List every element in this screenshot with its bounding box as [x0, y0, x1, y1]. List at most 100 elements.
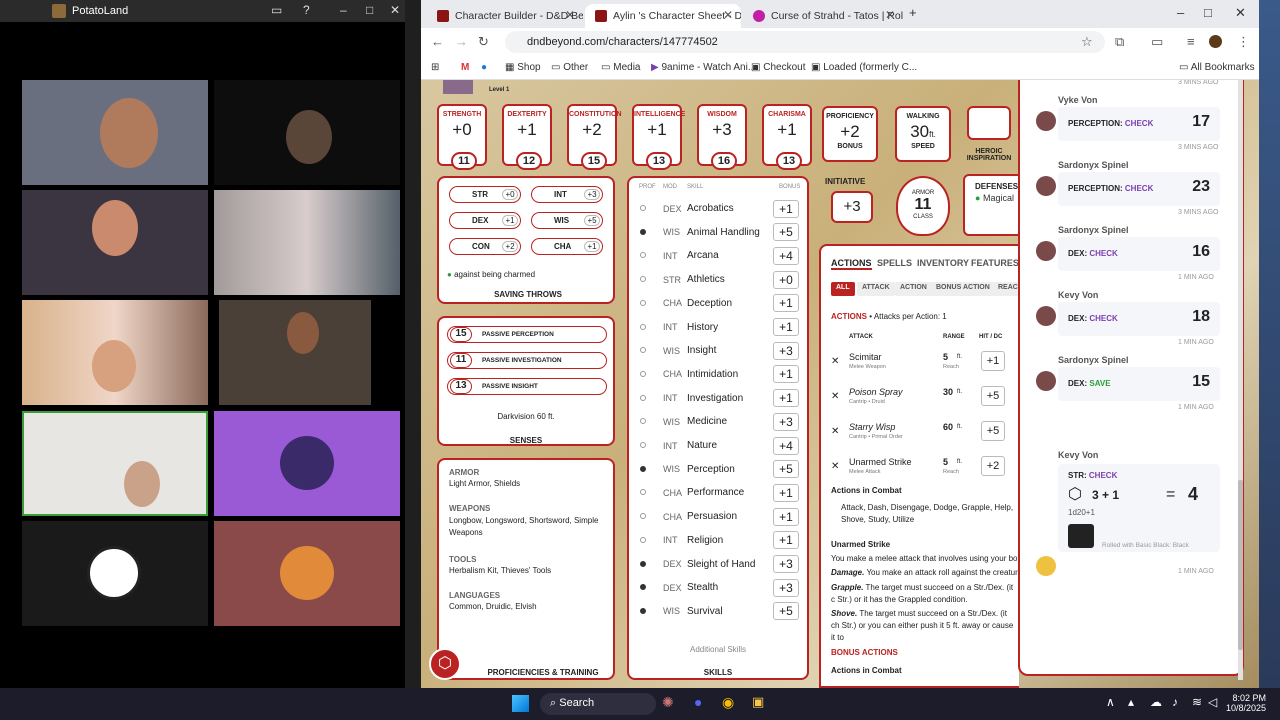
media-icon[interactable]: ≡	[1187, 34, 1195, 49]
ability-constitution[interactable]: CONSTITUTION +2 15	[567, 104, 622, 170]
passive-sense[interactable]: 11 PASSIVE INVESTIGATION	[447, 352, 607, 369]
roll-card[interactable]: PERCEPTION: CHECK 23	[1058, 172, 1220, 206]
skill-row[interactable]: INT Religion +1	[629, 529, 809, 552]
skill-row[interactable]: INT Investigation +1	[629, 387, 809, 410]
skill-row[interactable]: DEX Sleight of Hand +3	[629, 553, 809, 576]
address-bar[interactable]: dndbeyond.com/characters/147774502	[505, 31, 1105, 53]
bookmark-checkout[interactable]: ▣ Checkout	[751, 62, 805, 73]
gmail-icon[interactable]: M	[461, 62, 469, 73]
video-tile-9[interactable]	[22, 521, 208, 626]
attack-row[interactable]: ✕ Poison Spray Cantrip • Druid 30 ft. +5	[829, 385, 1019, 415]
roll-card[interactable]: DEX: CHECK 16	[1058, 237, 1220, 271]
skill-row[interactable]: CHA Persuasion +1	[629, 505, 809, 528]
save-int[interactable]: INT +3	[531, 186, 603, 203]
menu-icon[interactable]: ⋮	[1237, 34, 1250, 50]
skill-row[interactable]: WIS Medicine +3	[629, 410, 809, 433]
help-icon[interactable]: ?	[303, 3, 310, 17]
video-tile-6[interactable]	[219, 300, 371, 405]
actions-filter-3[interactable]: BONUS ACTION	[931, 282, 995, 296]
defenses-box[interactable]: DEFENSES ● Magical	[963, 174, 1023, 236]
skill-row[interactable]: WIS Insight +3	[629, 339, 809, 362]
roll-card[interactable]: DEX: CHECK 18	[1058, 302, 1220, 336]
new-tab-button[interactable]: +	[909, 5, 917, 20]
skill-row[interactable]: WIS Survival +5	[629, 600, 809, 623]
save-con[interactable]: CON +2	[449, 238, 521, 255]
network-tray-icon[interactable]: ▴	[1128, 695, 1134, 709]
minimize-button[interactable]: –	[340, 3, 347, 17]
wifi-icon[interactable]: ≋	[1192, 695, 1202, 709]
actions-filter-4[interactable]: REACT	[993, 282, 1019, 296]
skill-row[interactable]: DEX Acrobatics +1	[629, 197, 809, 220]
attack-row[interactable]: ✕ Scimitar Melee Weapon 5 ft. Reach +1	[829, 350, 1019, 380]
video-tile-1[interactable]	[22, 80, 208, 185]
save-str[interactable]: STR +0	[449, 186, 521, 203]
tab-character-sheet[interactable]: Aylin 's Character Sheet - D&D ✕	[585, 4, 741, 28]
bookmark-star-icon[interactable]: ☆	[1081, 34, 1093, 50]
actions-tab-3[interactable]: FEATURES &	[971, 258, 1019, 268]
start-icon[interactable]	[512, 695, 529, 712]
skill-row[interactable]: CHA Performance +1	[629, 481, 809, 504]
taskbar-search[interactable]: ⌕ Search	[540, 693, 656, 715]
passive-sense[interactable]: 13 PASSIVE INSIGHT	[447, 378, 607, 395]
close-button[interactable]: ✕	[390, 3, 400, 17]
tab-close-icon[interactable]: ✕	[565, 8, 575, 22]
dice-roller-icon[interactable]: ⬡	[429, 648, 461, 680]
tab-character-builder[interactable]: Character Builder - D&D Beyond ✕	[427, 4, 583, 28]
maximize-button[interactable]: □	[1204, 5, 1212, 20]
minimize-button[interactable]: –	[1177, 5, 1184, 20]
actions-tab-2[interactable]: INVENTORY	[917, 258, 969, 268]
skill-row[interactable]: CHA Deception +1	[629, 292, 809, 315]
character-portrait[interactable]	[443, 80, 473, 94]
chrome-icon[interactable]: ◉	[722, 694, 734, 711]
actions-filter-1[interactable]: ATTACK	[857, 282, 895, 296]
bookmark-other[interactable]: ▭ Other	[551, 62, 588, 73]
skill-row[interactable]: CHA Intimidation +1	[629, 363, 809, 386]
tab-close-icon[interactable]: ✕	[723, 8, 733, 22]
volume-icon[interactable]: ◁	[1208, 695, 1217, 709]
log-scrollbar[interactable]	[1238, 80, 1243, 680]
roll-card-detailed[interactable]: STR: CHECK ⬡ 3 + 1 = 4 1d20+1 Rolled with Basi…	[1058, 464, 1220, 552]
bookmark-loaded[interactable]: ▣ Loaded (formerly C...	[811, 62, 917, 73]
video-tile-7[interactable]	[22, 411, 208, 516]
ability-intelligence[interactable]: INTELLIGENCE +1 13	[632, 104, 685, 170]
close-button[interactable]: ✕	[1235, 5, 1246, 21]
attack-row[interactable]: ✕ Unarmed Strike Melee Attack 5 ft. Reach +2	[829, 455, 1019, 485]
ability-wisdom[interactable]: WISDOM +3 16	[697, 104, 747, 170]
save-wis[interactable]: WIS +5	[531, 212, 603, 229]
screen-icon[interactable]: ▭	[271, 3, 282, 17]
skill-row[interactable]: DEX Stealth +3	[629, 576, 809, 599]
actions-filter-2[interactable]: ACTION	[895, 282, 932, 296]
passive-sense[interactable]: 15 PASSIVE PERCEPTION	[447, 326, 607, 343]
roll-card[interactable]: DEX: SAVE 15	[1058, 367, 1220, 401]
roll-card[interactable]: PERCEPTION: CHECK 17	[1058, 107, 1220, 141]
profile-avatar[interactable]	[1209, 35, 1222, 48]
heroic-inspiration-toggle[interactable]	[967, 106, 1011, 140]
tab-close-icon[interactable]: ✕	[885, 8, 895, 22]
skill-row[interactable]: STR Athletics +0	[629, 268, 809, 291]
discord-icon[interactable]: ●	[694, 694, 702, 710]
bookmark-all[interactable]: ▭ All Bookmarks	[1179, 62, 1255, 73]
cast-icon[interactable]: ▭	[1151, 34, 1163, 50]
potatoland-taskbar-icon[interactable]: ▣	[752, 694, 764, 710]
video-tile-2[interactable]	[214, 80, 400, 185]
skill-row[interactable]: WIS Perception +5	[629, 458, 809, 481]
ability-strength[interactable]: STRENGTH +0 11	[437, 104, 487, 170]
tab-roll20[interactable]: Curse of Strahd - Tatos | Roll20 ✕	[743, 4, 903, 28]
reload-icon[interactable]: ↻	[478, 34, 489, 50]
bookmark-shop[interactable]: ▦ Shop	[505, 62, 541, 73]
video-tile-8[interactable]	[214, 411, 400, 516]
bookmark-9anime[interactable]: ▶ 9anime - Watch Ani...	[651, 62, 756, 73]
cloud-icon[interactable]: ☁	[1150, 695, 1162, 709]
maximize-button[interactable]: □	[366, 3, 373, 17]
chevron-up-icon[interactable]: ∧	[1106, 695, 1115, 709]
bookmark-media[interactable]: ▭ Media	[601, 62, 640, 73]
skill-row[interactable]: WIS Animal Handling +5	[629, 221, 809, 244]
skill-row[interactable]: INT Nature +4	[629, 434, 809, 457]
app-icon[interactable]: ●	[481, 62, 487, 73]
video-tile-10[interactable]	[214, 521, 400, 626]
actions-tab-1[interactable]: SPELLS	[877, 258, 912, 268]
clock[interactable]: 8:02 PM 10/8/2025	[1226, 693, 1266, 713]
video-tile-5[interactable]	[22, 300, 208, 405]
mic-icon[interactable]: ♪	[1172, 695, 1178, 709]
actions-tab-0[interactable]: ACTIONS	[831, 258, 872, 270]
